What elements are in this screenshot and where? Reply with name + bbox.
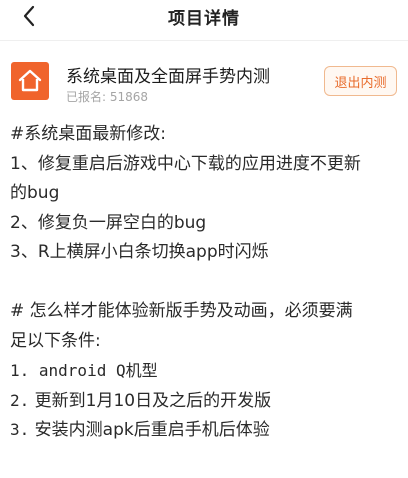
top-bar: 项目详情 [0,0,408,34]
page-title: 项目详情 [168,9,240,29]
change-item: 的bug [10,183,60,203]
condition-text: 更新到1月10日及之后的开发版 [29,390,272,411]
project-detail-page: 项目详情 系统桌面及全面屏手势内测 已报名: 51868 退出内测 #系统桌面最… [0,0,408,478]
condition-number: 1. [10,361,30,380]
condition-item: 1. android Q机型 [10,356,402,386]
change-item: 3、R上横屏小白条切换app时闪烁 [10,242,269,262]
conditions-title: # 怎么样才能体验新版手势及动画，必须要满 [10,301,353,321]
condition-text: android Q机型 [29,361,158,380]
changelog-title: #系统桌面最新修改: [10,124,166,144]
project-name: 系统桌面及全面屏手势内测 [66,67,270,87]
change-item: 1、修复重启后游戏中心下载的应用进度不更新 [10,153,361,174]
condition-number: 3. [10,420,30,439]
condition-number: 2. [10,390,30,410]
header-divider [0,40,408,41]
project-description: #系统桌面最新修改: 1、修复重启后游戏中心下载的应用进度不更新 的bug 2、… [10,120,402,445]
condition-item: 3. 安装内测apk后重启手机后体验 [10,415,402,445]
home-icon [18,69,42,92]
condition-item: 2. 更新到1月10日及之后的开发版 [10,386,402,416]
condition-text: 安装内测apk后重启手机后体验 [29,420,270,440]
change-item: 2、修复负一屏空白的bug [10,212,207,233]
conditions-title-cont: 足以下条件: [10,330,101,351]
quit-beta-button[interactable]: 退出内测 [324,66,397,96]
signup-count: 已报名: 51868 [66,90,149,104]
project-app-icon [11,62,49,100]
